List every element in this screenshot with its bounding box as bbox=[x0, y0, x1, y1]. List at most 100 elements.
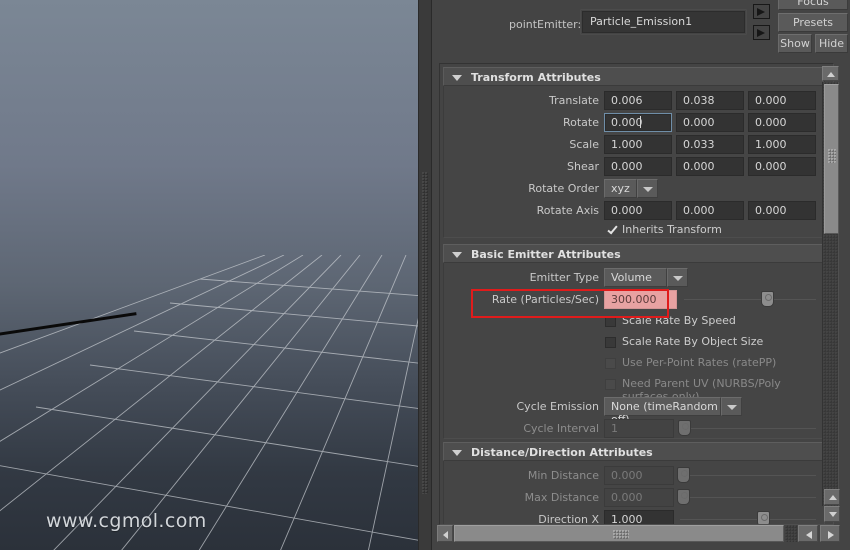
scale-rate-by-speed-checkbox[interactable] bbox=[605, 316, 616, 327]
emitter-type-dropdown[interactable]: Volume bbox=[604, 268, 667, 287]
inherits-transform-label[interactable]: Inherits Transform bbox=[622, 223, 722, 236]
attribute-editor-vscrollbar[interactable] bbox=[822, 66, 839, 522]
row-label: Max Distance bbox=[524, 491, 599, 504]
direction-x-slider-track[interactable] bbox=[680, 519, 816, 520]
previous-page-button[interactable] bbox=[798, 525, 818, 542]
row-label: Translate bbox=[549, 94, 599, 107]
arrow-into-box-icon[interactable] bbox=[753, 4, 770, 19]
divider-grip[interactable] bbox=[422, 172, 428, 494]
frame-header-transform[interactable]: Transform Attributes bbox=[443, 67, 825, 86]
frame-title: Transform Attributes bbox=[471, 71, 601, 84]
scale-z-input[interactable]: 1.000 bbox=[748, 135, 816, 154]
frame-header-distance-direction[interactable]: Distance/Direction Attributes bbox=[443, 442, 825, 461]
hscroll-thumb-grip bbox=[613, 530, 629, 539]
scale-rate-by-object-size-label[interactable]: Scale Rate By Object Size bbox=[622, 335, 763, 348]
rotate-x-input[interactable]: 0.000 bbox=[604, 113, 672, 132]
chevron-down-icon[interactable] bbox=[452, 450, 462, 456]
rotate-z-input[interactable]: 0.000 bbox=[748, 113, 816, 132]
row-label: Rotate Axis bbox=[536, 204, 599, 217]
cycle-interval-slider-track bbox=[680, 428, 816, 429]
row-label: Rate (Particles/Sec) bbox=[491, 293, 599, 306]
viewport-3d[interactable]: www.cgmol.com bbox=[0, 0, 418, 550]
panel-divider[interactable] bbox=[418, 0, 432, 550]
need-parent-uv-checkbox bbox=[605, 379, 616, 390]
rotate-axis-y-input[interactable]: 0.000 bbox=[676, 201, 744, 220]
cycle-interval-input: 1 bbox=[604, 419, 674, 438]
row-rotate-order: Rotate Order xyz bbox=[444, 178, 826, 200]
translate-x-input[interactable]: 0.006 bbox=[604, 91, 672, 110]
shear-z-input[interactable]: 0.000 bbox=[748, 157, 816, 176]
direction-x-input[interactable]: 1.000 bbox=[604, 510, 674, 524]
row-label: Rotate bbox=[562, 116, 599, 129]
rotate-axis-z-input[interactable]: 0.000 bbox=[748, 201, 816, 220]
row-label: Emitter Type bbox=[529, 271, 599, 284]
vscroll-thumb[interactable] bbox=[824, 84, 839, 234]
focus-button[interactable]: Focus bbox=[778, 0, 848, 10]
row-label: Cycle Interval bbox=[523, 422, 599, 435]
text-caret bbox=[640, 116, 641, 128]
attribute-editor-hscrollbar[interactable] bbox=[437, 525, 840, 542]
attribute-editor-mini-scroll-arrows[interactable] bbox=[824, 489, 840, 522]
max-distance-slider-thumb bbox=[677, 489, 690, 505]
attribute-editor-panel: pointEmitter: Particle_Emission1 Focus P… bbox=[432, 0, 850, 550]
row-shear: Shear 0.000 0.000 0.000 bbox=[444, 156, 826, 178]
scroll-down-icon[interactable] bbox=[824, 506, 840, 522]
shear-y-input[interactable]: 0.000 bbox=[676, 157, 744, 176]
row-label: Cycle Emission bbox=[516, 400, 600, 413]
rate-slider-track[interactable] bbox=[684, 299, 816, 300]
scale-rate-by-speed-label[interactable]: Scale Rate By Speed bbox=[622, 314, 736, 327]
show-button[interactable]: Show bbox=[778, 34, 812, 53]
scale-x-input[interactable]: 1.000 bbox=[604, 135, 672, 154]
max-distance-slider-track bbox=[680, 497, 816, 498]
scale-y-input[interactable]: 0.033 bbox=[676, 135, 744, 154]
hscroll-trough[interactable] bbox=[785, 525, 797, 542]
frame-title: Basic Emitter Attributes bbox=[471, 248, 621, 261]
chevron-down-icon[interactable] bbox=[452, 252, 462, 258]
rotate-axis-x-input[interactable]: 0.000 bbox=[604, 201, 672, 220]
row-inherits-transform: Inherits Transform bbox=[444, 220, 826, 242]
scroll-up-icon[interactable] bbox=[824, 489, 840, 505]
watermark-text: www.cgmol.com bbox=[46, 510, 207, 532]
arrow-out-of-box-icon[interactable] bbox=[753, 25, 770, 40]
chevron-down-icon[interactable] bbox=[637, 179, 658, 198]
shear-x-input[interactable]: 0.000 bbox=[604, 157, 672, 176]
translate-y-input[interactable]: 0.038 bbox=[676, 91, 744, 110]
row-direction-x: Direction X 1.000 bbox=[444, 509, 826, 524]
frame-header-basic-emitter[interactable]: Basic Emitter Attributes bbox=[443, 244, 825, 263]
rate-input[interactable]: 300.000 bbox=[604, 290, 677, 309]
vscroll-thumb-grip bbox=[828, 149, 836, 163]
direction-x-slider-thumb[interactable] bbox=[757, 511, 770, 524]
rotate-order-dropdown[interactable]: xyz bbox=[604, 179, 637, 198]
row-emitter-type: Emitter Type Volume bbox=[444, 267, 826, 289]
hscroll-thumb[interactable] bbox=[454, 525, 784, 542]
max-distance-input: 0.000 bbox=[604, 488, 674, 507]
scroll-up-icon[interactable] bbox=[822, 66, 839, 81]
presets-button[interactable]: Presets bbox=[778, 13, 848, 32]
cycle-emission-dropdown[interactable]: None (timeRandom off) bbox=[604, 397, 721, 426]
cycle-interval-slider-thumb bbox=[678, 420, 691, 436]
scale-rate-by-object-size-checkbox[interactable] bbox=[605, 337, 616, 348]
row-rotate-axis: Rotate Axis 0.000 0.000 0.000 bbox=[444, 200, 826, 222]
translate-z-input[interactable]: 0.000 bbox=[748, 91, 816, 110]
scroll-left-icon[interactable] bbox=[437, 525, 453, 542]
min-distance-slider-track bbox=[680, 475, 816, 476]
chevron-down-icon[interactable] bbox=[452, 75, 462, 81]
frame-basic-emitter-attributes: Basic Emitter Attributes Emitter Type Vo… bbox=[443, 244, 825, 439]
attribute-scroll-area: Transform Attributes Translate 0.006 0.0… bbox=[439, 63, 834, 525]
row-scale-rate-by-speed: Scale Rate By Speed bbox=[444, 311, 826, 333]
maya-window: www.cgmol.com pointEmitter: Particle_Emi… bbox=[0, 0, 850, 550]
chevron-down-icon[interactable] bbox=[667, 268, 688, 287]
row-need-parent-uv: Need Parent UV (NURBS/Poly surfaces only… bbox=[444, 374, 826, 403]
min-distance-slider-thumb bbox=[677, 467, 690, 483]
hide-button[interactable]: Hide bbox=[815, 34, 848, 53]
node-name-input[interactable]: Particle_Emission1 bbox=[582, 11, 745, 33]
attribute-list: Transform Attributes Translate 0.006 0.0… bbox=[443, 67, 826, 524]
vscroll-trough[interactable] bbox=[822, 82, 839, 506]
next-page-button[interactable] bbox=[820, 525, 840, 542]
row-label: Scale bbox=[569, 138, 599, 151]
chevron-down-icon[interactable] bbox=[721, 397, 742, 416]
check-icon[interactable] bbox=[606, 224, 617, 235]
rotate-y-input[interactable]: 0.000 bbox=[676, 113, 744, 132]
rate-slider-thumb[interactable] bbox=[761, 291, 774, 307]
node-type-label: pointEmitter: bbox=[509, 18, 582, 31]
